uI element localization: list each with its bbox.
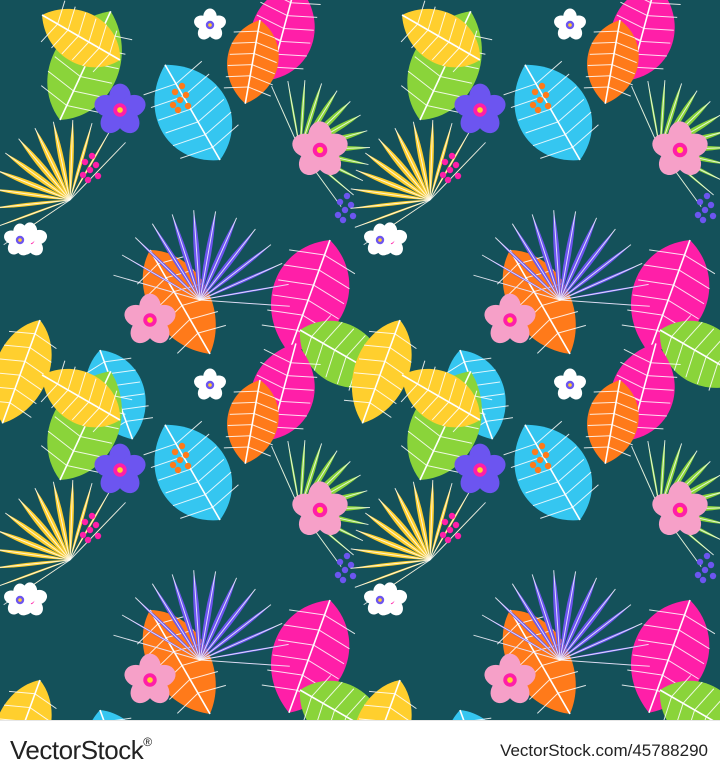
tropical-leaf-2-4 [0, 679, 57, 720]
watermark-bar: VectorStock® VectorStock.com/45788290 [0, 720, 720, 779]
berry-cluster-purple-1 [694, 192, 717, 224]
plumeria-1 [554, 8, 586, 40]
plumeria-3 [554, 368, 586, 400]
plumeria-0 [194, 8, 226, 40]
plumeria-2 [194, 368, 226, 400]
brand-name: VectorStock [10, 735, 144, 765]
trademark-symbol: ® [143, 735, 152, 749]
stock-id: VectorStock.com/45788290 [500, 741, 708, 760]
tropical-leaf-3-11 [441, 709, 506, 720]
tropical-leaf-2-11 [81, 709, 146, 720]
vectorstock-logo: VectorStock® [10, 735, 152, 766]
berry-cluster-purple-3 [694, 552, 717, 584]
tropical-leaf-artwork [0, 0, 720, 720]
tropical-pattern [0, 0, 720, 720]
